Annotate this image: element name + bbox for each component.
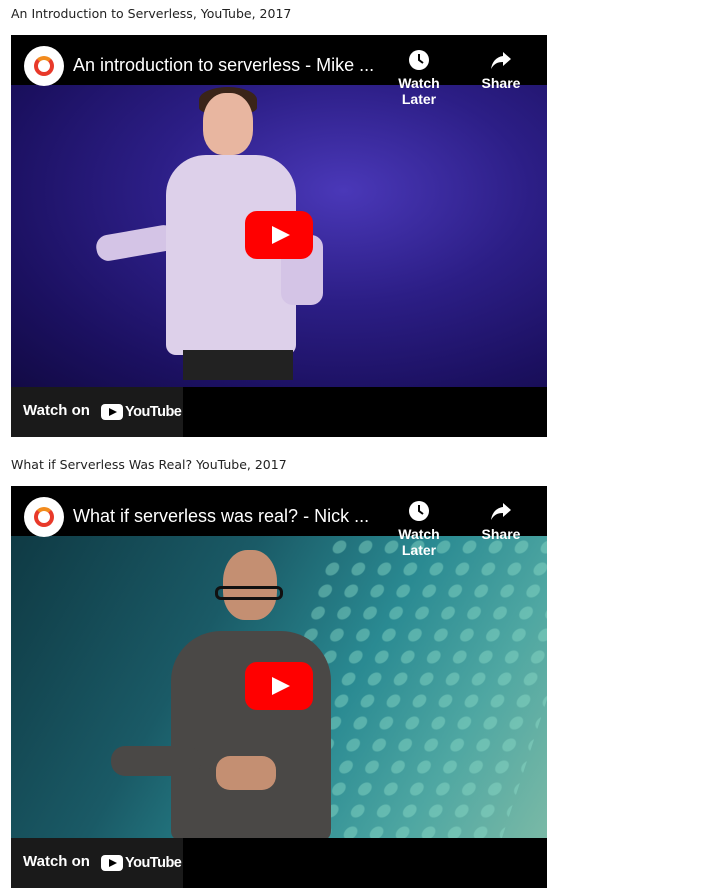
watch-on-label: Watch on xyxy=(23,402,90,419)
video-title-bar: What if serverless was real? - Nick ... … xyxy=(11,486,547,558)
video-player[interactable]: An introduction to serverless - Mike ...… xyxy=(11,35,547,437)
watch-later-label: Watch Later xyxy=(398,75,440,107)
watch-on-label: Watch on xyxy=(23,853,90,870)
speaker-hand xyxy=(216,756,276,790)
channel-logo-icon[interactable] xyxy=(24,497,64,537)
speaker-belt xyxy=(183,350,293,380)
share-label: Share xyxy=(481,75,521,91)
watch-later-label: Watch Later xyxy=(398,526,440,558)
share-button[interactable]: Share xyxy=(477,500,525,542)
video-thumbnail[interactable] xyxy=(11,536,547,838)
clock-icon xyxy=(409,501,429,521)
speaker-arm xyxy=(111,746,201,776)
video-title-bar: An introduction to serverless - Mike ...… xyxy=(11,35,547,107)
video-title[interactable]: What if serverless was real? - Nick ... xyxy=(73,506,369,527)
speaker-head xyxy=(223,550,277,620)
video-player[interactable]: What if serverless was real? - Nick ... … xyxy=(11,486,547,888)
share-arrow-icon xyxy=(491,503,511,520)
youtube-logo-icon: YouTube xyxy=(101,854,182,872)
watch-on-youtube-button[interactable]: Watch on YouTube xyxy=(11,387,183,437)
video-caption: What if Serverless Was Real? YouTube, 20… xyxy=(11,457,287,472)
watch-on-youtube-button[interactable]: Watch on YouTube xyxy=(11,838,183,888)
share-arrow-icon xyxy=(491,52,511,69)
play-icon[interactable] xyxy=(245,211,313,259)
video-bottom-bar: Watch on YouTube xyxy=(11,838,547,888)
clock-icon xyxy=(409,50,429,70)
speaker-body xyxy=(171,631,331,838)
speaker-head xyxy=(203,93,253,155)
video-bottom-bar: Watch on YouTube xyxy=(11,387,547,437)
video-thumbnail[interactable] xyxy=(11,85,547,387)
watch-later-button[interactable]: Watch Later xyxy=(381,49,457,107)
share-label: Share xyxy=(481,526,521,542)
share-button[interactable]: Share xyxy=(477,49,525,91)
speaker-glasses xyxy=(215,586,283,600)
watch-later-button[interactable]: Watch Later xyxy=(381,500,457,558)
channel-logo-icon[interactable] xyxy=(24,46,64,86)
play-icon[interactable] xyxy=(245,662,313,710)
video-caption: An Introduction to Serverless, YouTube, … xyxy=(11,6,292,21)
youtube-logo-icon: YouTube xyxy=(101,403,182,421)
video-title[interactable]: An introduction to serverless - Mike ... xyxy=(73,55,374,76)
